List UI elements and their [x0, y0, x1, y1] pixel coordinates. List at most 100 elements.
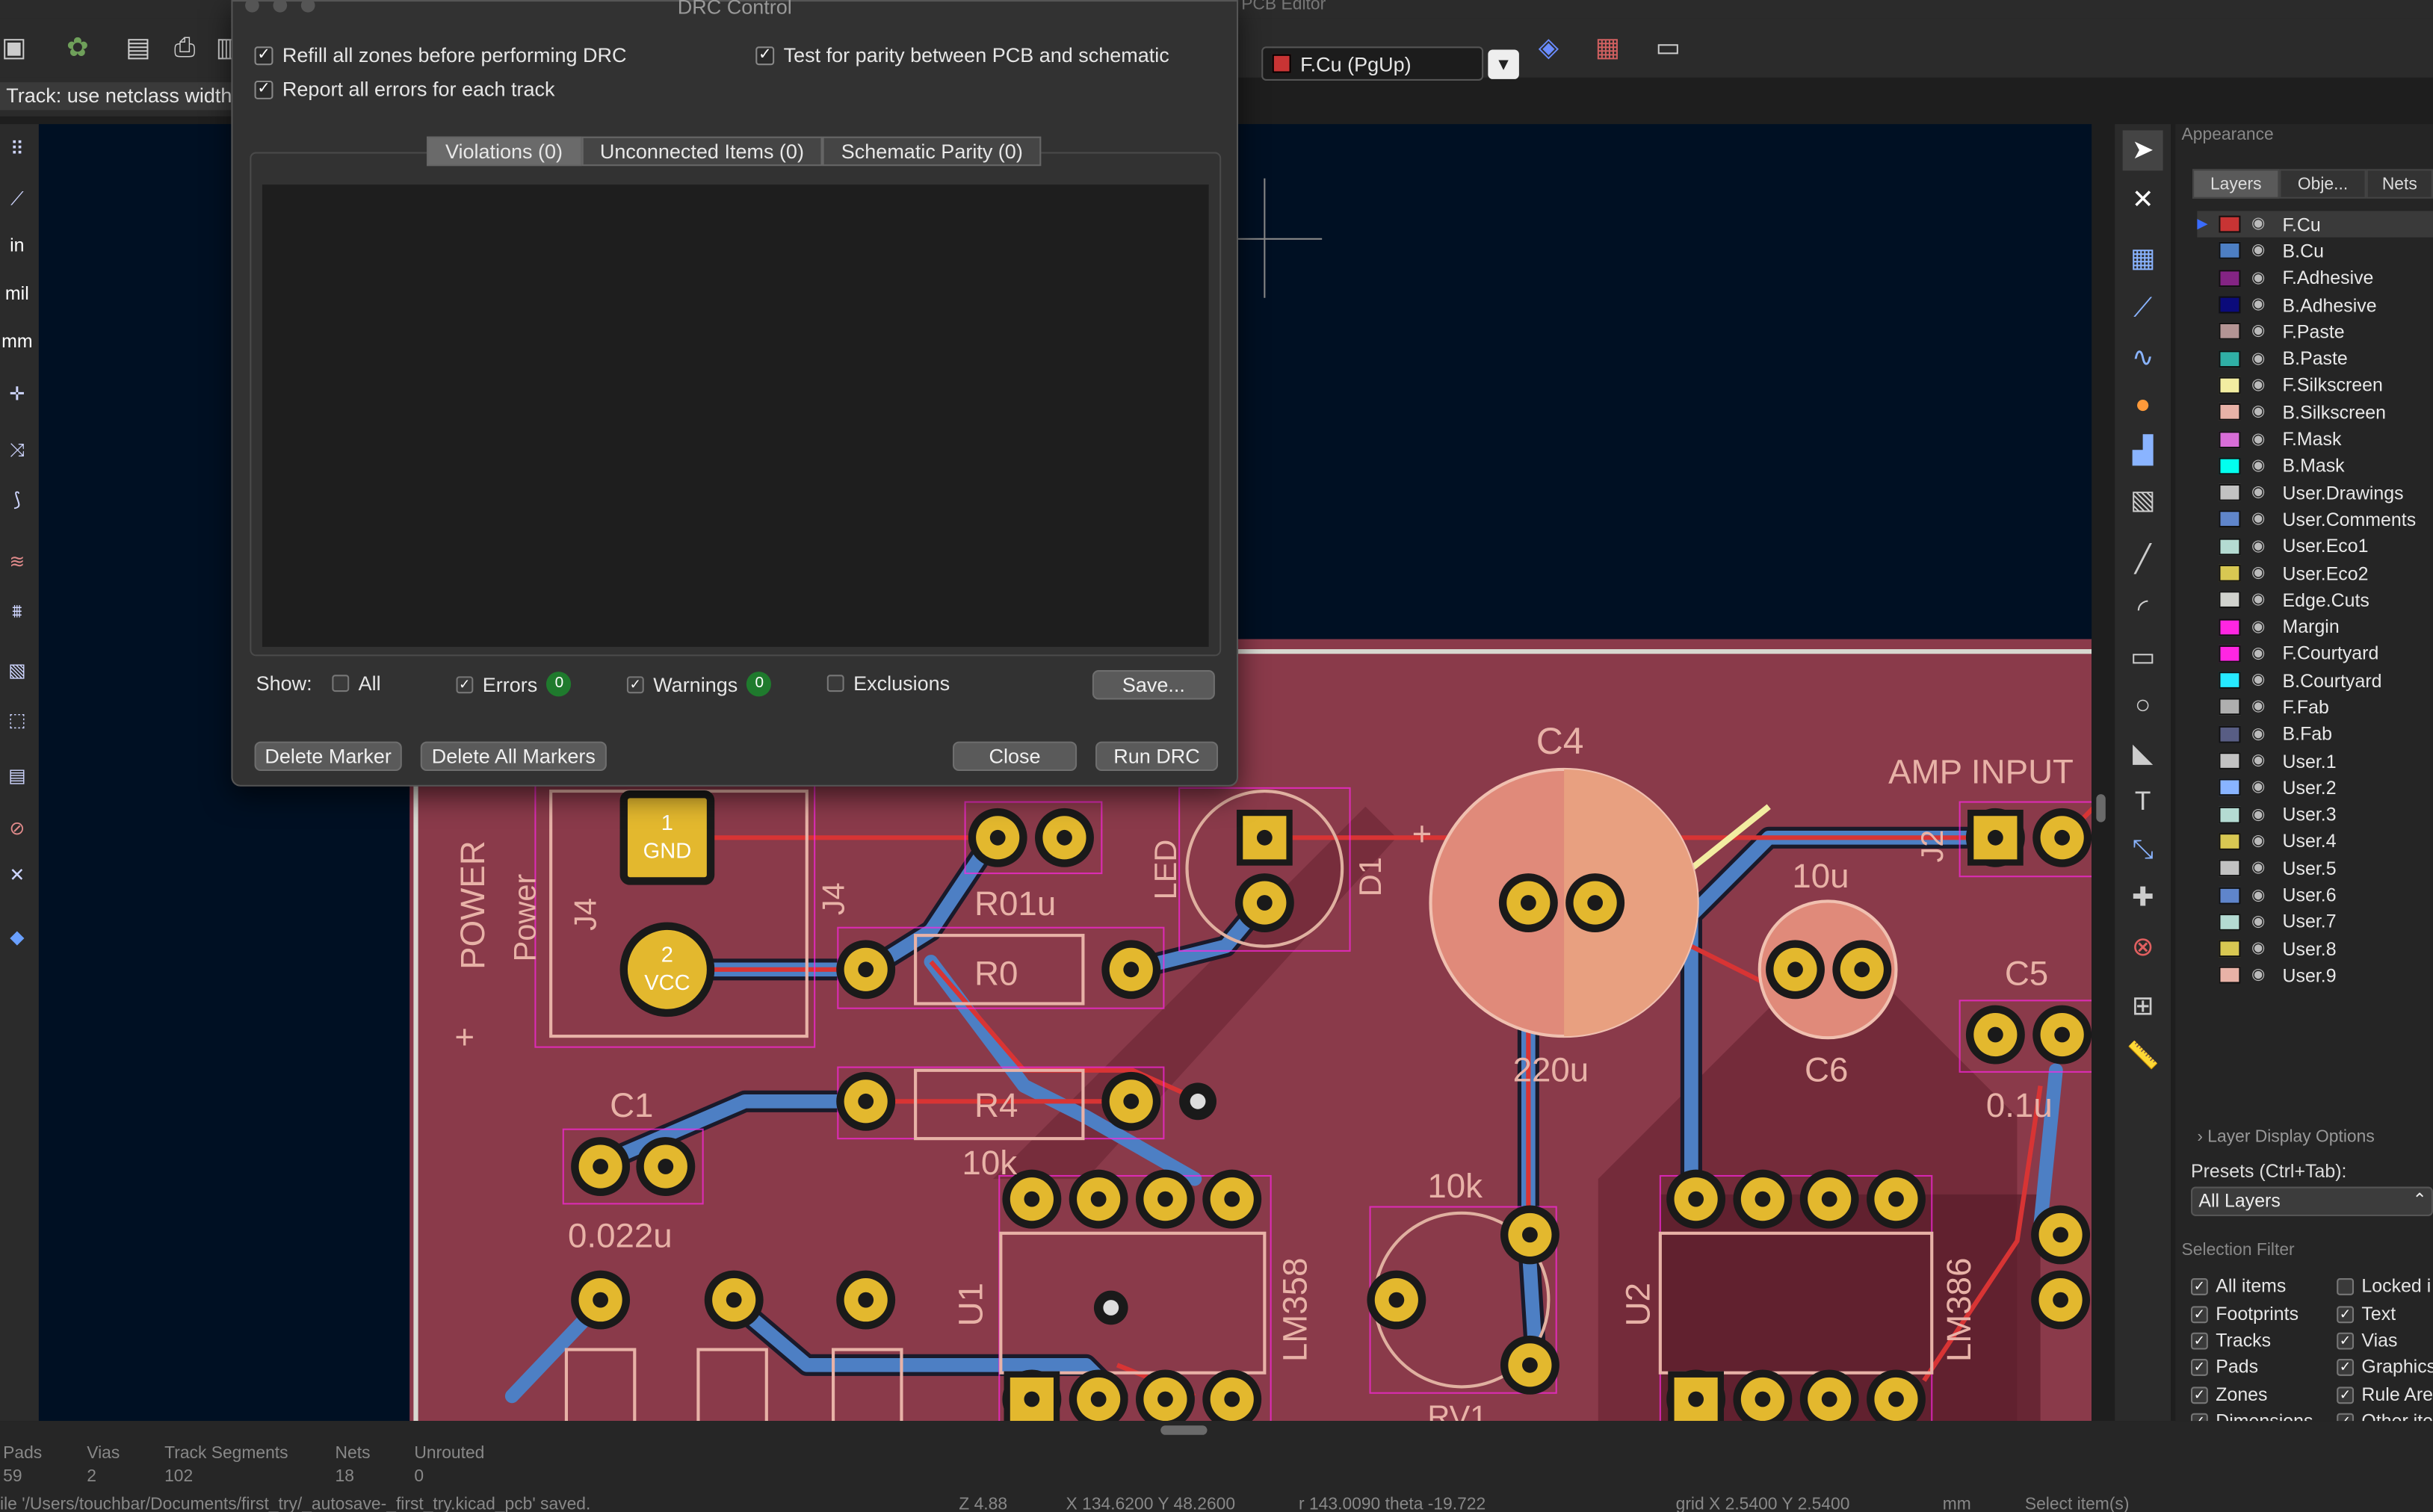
- polar-coords-icon[interactable]: ⟋: [0, 180, 34, 217]
- layer-color-swatch[interactable]: [2219, 350, 2241, 368]
- layer-row[interactable]: ◉ Edge.Cuts: [2197, 586, 2433, 613]
- layer-row[interactable]: ◉ User.Comments: [2197, 506, 2433, 533]
- layer-row[interactable]: ◉ User.1: [2197, 748, 2433, 775]
- checkbox-checked-icon[interactable]: ✓: [2191, 1386, 2208, 1404]
- zone-outline-icon[interactable]: ⬚: [0, 701, 34, 739]
- checkbox-checked-icon[interactable]: ✓: [2337, 1331, 2355, 1349]
- show-errors-filter[interactable]: ✓ Errors 0: [456, 672, 572, 697]
- 3d-viewer-icon[interactable]: ✿: [58, 28, 98, 68]
- layer-color-swatch[interactable]: [2219, 886, 2241, 904]
- visibility-eye-icon[interactable]: ◉: [2251, 511, 2270, 528]
- cursor-style-icon[interactable]: ✛: [0, 376, 34, 413]
- layer-color-swatch[interactable]: [2219, 377, 2241, 394]
- visibility-eye-icon[interactable]: ◉: [2251, 752, 2270, 769]
- visibility-eye-icon[interactable]: ◉: [2251, 941, 2270, 958]
- draw-polygon-icon[interactable]: ◣: [2123, 734, 2163, 774]
- place-anchor-icon[interactable]: ✚: [2123, 878, 2163, 918]
- visibility-eye-icon[interactable]: ◉: [2251, 779, 2270, 796]
- visibility-eye-icon[interactable]: ◉: [2251, 860, 2270, 877]
- add-zone-icon[interactable]: ▟: [2123, 431, 2163, 471]
- visibility-eye-icon[interactable]: ◉: [2251, 914, 2270, 931]
- close-button[interactable]: Close: [952, 741, 1078, 772]
- layer-row[interactable]: ◉ F.Adhesive: [2197, 264, 2433, 291]
- delete-all-markers-button[interactable]: Delete All Markers: [420, 741, 607, 772]
- tab-violations[interactable]: Violations (0): [427, 136, 581, 167]
- checkbox-checked-icon[interactable]: ✓: [2191, 1357, 2208, 1375]
- layer-row[interactable]: ◉ User.6: [2197, 882, 2433, 908]
- selection-filter-item[interactable]: ✓ All items: [2191, 1275, 2286, 1297]
- layer-color-swatch[interactable]: [2219, 430, 2241, 448]
- chevron-down-icon[interactable]: ▼: [1488, 49, 1519, 79]
- layer-row[interactable]: ◉ B.Adhesive: [2197, 291, 2433, 318]
- visibility-eye-icon[interactable]: ◉: [2251, 323, 2270, 341]
- layer-row[interactable]: ◉ User.4: [2197, 828, 2433, 855]
- layer-row[interactable]: ◉ B.Fab: [2197, 721, 2433, 748]
- layer-row[interactable]: ◉ F.Mask: [2197, 426, 2433, 453]
- layer-color-swatch[interactable]: [2219, 457, 2241, 475]
- visibility-eye-icon[interactable]: ◉: [2251, 457, 2270, 474]
- layer-row[interactable]: ◉ User.5: [2197, 855, 2433, 882]
- visibility-eye-icon[interactable]: ◉: [2251, 565, 2270, 582]
- checkbox-checked-icon[interactable]: ✓: [626, 675, 644, 693]
- vertical-scrollbar[interactable]: [2096, 794, 2106, 822]
- layer-color-swatch[interactable]: [2219, 269, 2241, 287]
- net-highlight-icon[interactable]: ✕: [0, 856, 34, 893]
- draw-line-icon[interactable]: ╱: [2123, 540, 2163, 580]
- layer-color-swatch[interactable]: [2219, 323, 2241, 341]
- page-setup-icon[interactable]: ▤: [118, 28, 158, 68]
- selection-filter-item[interactable]: ✓ Text: [2337, 1303, 2396, 1324]
- layer-row[interactable]: ◉ User.7: [2197, 908, 2433, 935]
- visibility-eye-icon[interactable]: ◉: [2251, 430, 2270, 447]
- layer-color-swatch[interactable]: [2219, 564, 2241, 582]
- active-layer-select[interactable]: F.Cu (PgUp): [1261, 46, 1484, 81]
- scripting-console-icon[interactable]: ▭: [1648, 28, 1688, 68]
- selection-filter-item[interactable]: ✓ Tracks: [2191, 1330, 2271, 1351]
- show-warnings-filter[interactable]: ✓ Warnings 0: [626, 672, 772, 697]
- layer-color-swatch[interactable]: [2219, 645, 2241, 663]
- tab-schematic-parity[interactable]: Schematic Parity (0): [822, 136, 1042, 167]
- layer-color-swatch[interactable]: [2219, 940, 2241, 958]
- layer-row[interactable]: ◉ F.Silkscreen: [2197, 372, 2433, 399]
- draw-arc-icon[interactable]: ◜: [2123, 589, 2163, 630]
- visibility-eye-icon[interactable]: ◉: [2251, 243, 2270, 260]
- layer-color-swatch[interactable]: [2219, 806, 2241, 823]
- run-drc-button[interactable]: Run DRC: [1095, 741, 1219, 772]
- layer-row[interactable]: ◉ B.Paste: [2197, 345, 2433, 372]
- layer-color-swatch[interactable]: [2219, 591, 2241, 609]
- layer-color-swatch[interactable]: [2219, 215, 2241, 233]
- layer-row[interactable]: ◉ B.Mask: [2197, 453, 2433, 480]
- print-icon[interactable]: ⎙: [164, 28, 205, 68]
- selection-filter-item[interactable]: ✓ Zones: [2191, 1384, 2268, 1405]
- selection-filter-item[interactable]: Locked i: [2337, 1275, 2431, 1297]
- rule-area-icon[interactable]: ▧: [2123, 481, 2163, 521]
- parity-test-option[interactable]: ✓ Test for parity between PCB and schemat…: [755, 43, 1169, 66]
- checkbox-checked-icon[interactable]: ✓: [254, 79, 273, 99]
- visibility-eye-icon[interactable]: ◉: [2251, 645, 2270, 663]
- visibility-eye-icon[interactable]: ◉: [2251, 806, 2270, 823]
- presets-select[interactable]: All Layers ⌃: [2191, 1186, 2433, 1216]
- add-text-icon[interactable]: T: [2123, 782, 2163, 822]
- checkbox-unchecked-icon[interactable]: [2337, 1277, 2355, 1295]
- delete-tool-icon[interactable]: ⊗: [2123, 928, 2163, 968]
- layer-color-swatch[interactable]: [2219, 672, 2241, 690]
- layer-color-swatch[interactable]: [2219, 859, 2241, 877]
- checkbox-checked-icon[interactable]: ✓: [254, 46, 273, 65]
- layer-row[interactable]: ◉ User.8: [2197, 935, 2433, 962]
- checkbox-unchecked-icon[interactable]: [826, 675, 844, 693]
- units-mil-button[interactable]: mil: [0, 275, 34, 312]
- layer-color-swatch[interactable]: [2219, 484, 2241, 501]
- visibility-eye-icon[interactable]: ◉: [2251, 887, 2270, 904]
- show-exclusions-filter[interactable]: Exclusions: [826, 672, 950, 695]
- visibility-eye-icon[interactable]: ◉: [2251, 725, 2270, 743]
- layer-color-swatch[interactable]: [2219, 242, 2241, 260]
- connector-pad[interactable]: [619, 790, 715, 885]
- layer-row[interactable]: ◉ F.Paste: [2197, 318, 2433, 345]
- layer-color-swatch[interactable]: [2219, 403, 2241, 421]
- track-outline-icon[interactable]: ≋: [0, 543, 34, 580]
- layer-row[interactable]: ◉ User.3: [2197, 802, 2433, 828]
- pad-display-icon[interactable]: ▤: [0, 757, 34, 794]
- checkbox-checked-icon[interactable]: ✓: [2337, 1386, 2355, 1404]
- visibility-eye-icon[interactable]: ◉: [2251, 672, 2270, 690]
- layer-row[interactable]: ◉ F.Courtyard: [2197, 640, 2433, 667]
- selection-filter-item[interactable]: ✓ Pads: [2191, 1356, 2258, 1378]
